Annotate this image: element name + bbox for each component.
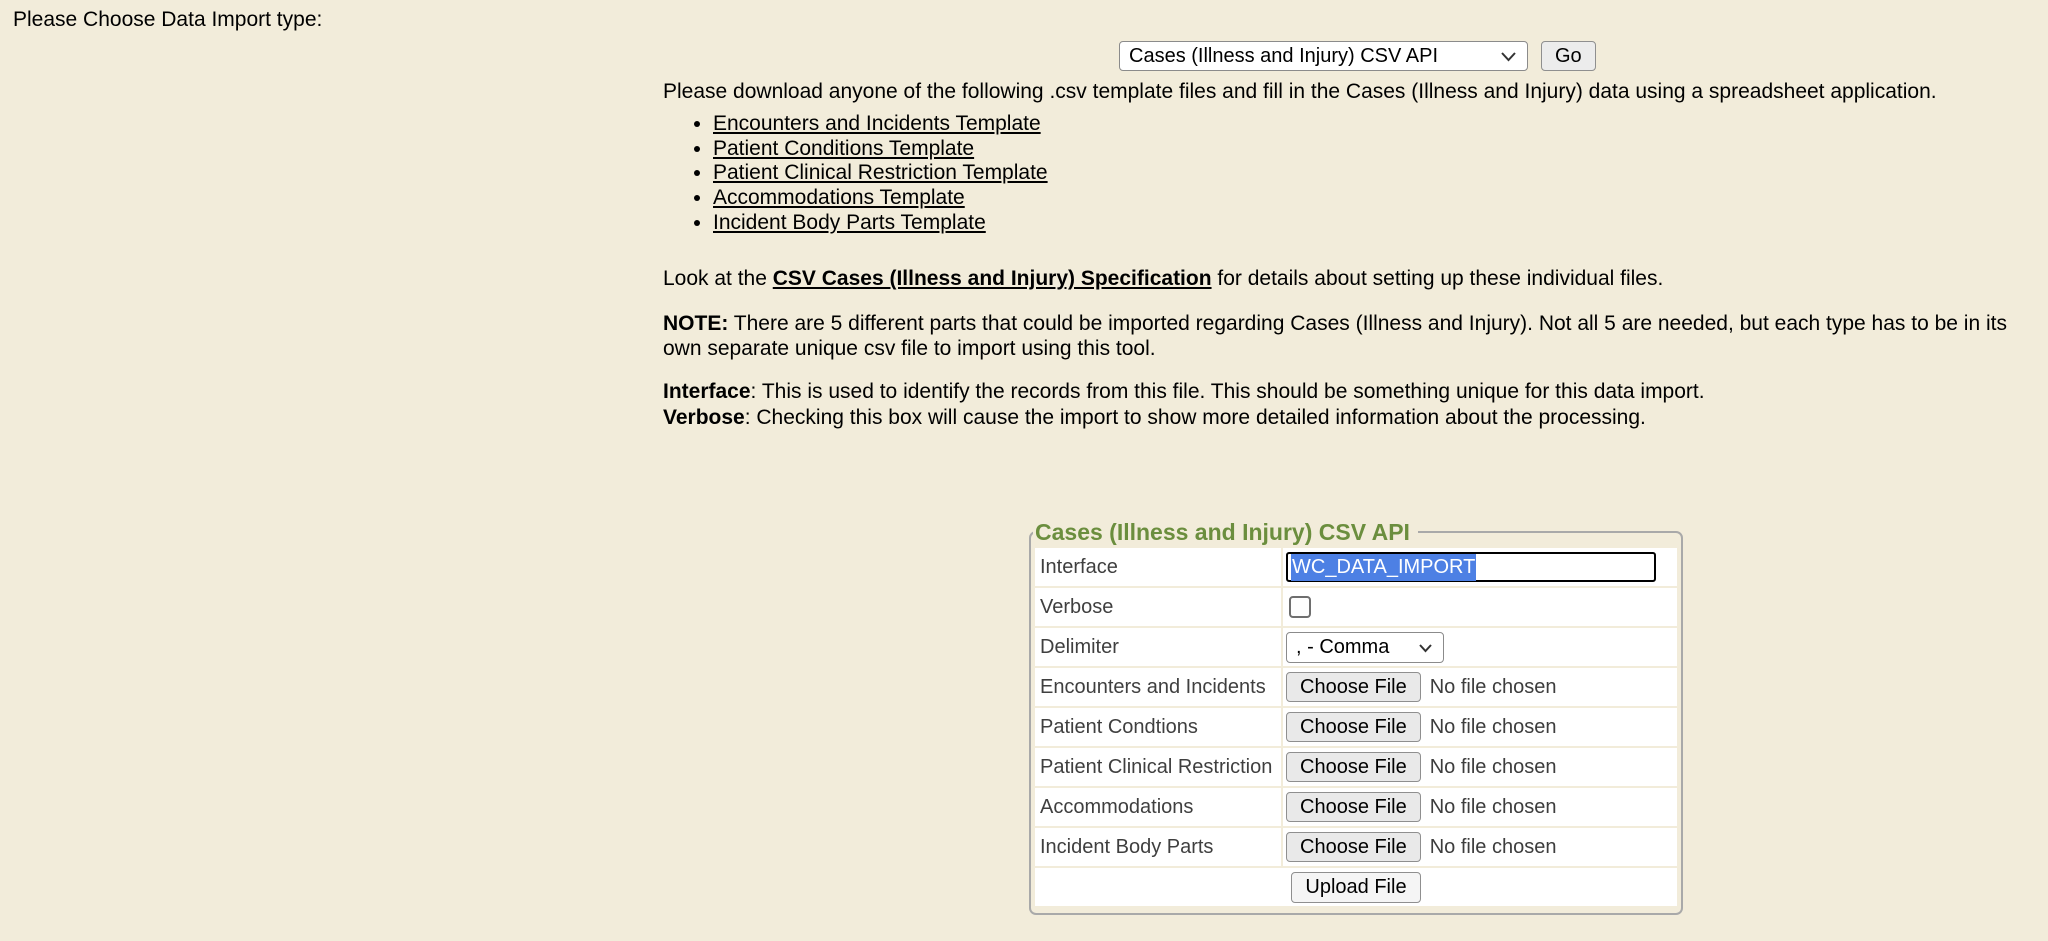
page: Please Choose Data Import type: Cases (I… bbox=[0, 0, 2048, 941]
spec-prefix: Look at the bbox=[663, 267, 773, 290]
delimiter-select[interactable]: , - Comma bbox=[1286, 632, 1444, 663]
table-row-incident-body-parts: Incident Body Parts Choose File No file … bbox=[1035, 828, 1677, 866]
delimiter-row-label: Delimiter bbox=[1035, 628, 1281, 666]
table-row-delimiter: Delimiter , - Comma bbox=[1035, 628, 1677, 666]
upload-file-button[interactable]: Upload File bbox=[1291, 872, 1420, 903]
go-button[interactable]: Go bbox=[1541, 41, 1596, 71]
table-row-encounters-and-incidents: Encounters and Incidents Choose File No … bbox=[1035, 668, 1677, 706]
import-type-select[interactable]: Cases (Illness and Injury) CSV API bbox=[1119, 41, 1528, 71]
import-type-selected-value: Cases (Illness and Injury) CSV API bbox=[1129, 45, 1438, 68]
interface-help-text: : This is used to identify the records f… bbox=[751, 380, 1705, 403]
choose-file-button-patient-clinical-restriction[interactable]: Choose File bbox=[1286, 752, 1421, 782]
intro-text: Please download anyone of the following … bbox=[663, 80, 2048, 104]
template-link-patient-conditions[interactable]: Patient Conditions Template bbox=[713, 137, 974, 160]
encounters-file-label: Encounters and Incidents bbox=[1035, 668, 1281, 706]
table-row-verbose: Verbose bbox=[1035, 588, 1677, 626]
note-label: NOTE: bbox=[663, 312, 728, 335]
form-table: Interface WC_DATA_IMPORT Verbose Delimit… bbox=[1033, 546, 1679, 908]
field-help-paragraph: Interface: This is used to identify the … bbox=[663, 379, 2048, 430]
verbose-row-label: Verbose bbox=[1035, 588, 1281, 626]
table-row-patient-clinical-restriction: Patient Clinical Restriction Choose File… bbox=[1035, 748, 1677, 786]
patient-conditions-file-label: Patient Condtions bbox=[1035, 708, 1281, 746]
chevron-down-icon bbox=[1418, 636, 1433, 659]
verbose-help-text: : Checking this box will cause the impor… bbox=[745, 406, 1646, 429]
no-file-chosen-text: No file chosen bbox=[1430, 756, 1557, 779]
no-file-chosen-text: No file chosen bbox=[1430, 796, 1557, 819]
list-item: Encounters and Incidents Template bbox=[713, 112, 1048, 137]
template-link-accommodations[interactable]: Accommodations Template bbox=[713, 186, 965, 209]
form-legend: Cases (Illness and Injury) CSV API bbox=[1033, 519, 1418, 545]
table-row-patient-conditions: Patient Condtions Choose File No file ch… bbox=[1035, 708, 1677, 746]
spec-sentence: Look at the CSV Cases (Illness and Injur… bbox=[663, 267, 2048, 291]
template-link-patient-clinical-restriction[interactable]: Patient Clinical Restriction Template bbox=[713, 161, 1048, 184]
list-item: Patient Conditions Template bbox=[713, 137, 1048, 162]
delimiter-selected-value: , - Comma bbox=[1296, 636, 1389, 659]
template-link-list: Encounters and Incidents Template Patien… bbox=[663, 112, 1048, 236]
interface-input[interactable]: WC_DATA_IMPORT bbox=[1286, 552, 1656, 582]
interface-help-line: Interface: This is used to identify the … bbox=[663, 379, 2048, 405]
upload-row: Upload File bbox=[1035, 868, 1677, 906]
note-text: There are 5 different parts that could b… bbox=[663, 312, 2007, 360]
page-title: Please Choose Data Import type: bbox=[13, 8, 322, 32]
patient-clinical-restriction-file-label: Patient Clinical Restriction bbox=[1035, 748, 1281, 786]
no-file-chosen-text: No file chosen bbox=[1430, 716, 1557, 739]
list-item: Incident Body Parts Template bbox=[713, 211, 1048, 236]
spec-suffix: for details about setting up these indiv… bbox=[1212, 267, 1664, 290]
choose-file-button-patient-conditions[interactable]: Choose File bbox=[1286, 712, 1421, 742]
template-link-incident-body-parts[interactable]: Incident Body Parts Template bbox=[713, 211, 986, 234]
note-paragraph: NOTE: There are 5 different parts that c… bbox=[663, 311, 2048, 361]
import-type-controls: Cases (Illness and Injury) CSV API Go bbox=[1119, 41, 1596, 71]
accommodations-file-label: Accommodations bbox=[1035, 788, 1281, 826]
import-form-fieldset: Cases (Illness and Injury) CSV API Inter… bbox=[1029, 519, 1683, 915]
interface-help-label: Interface bbox=[663, 380, 751, 403]
choose-file-button-accommodations[interactable]: Choose File bbox=[1286, 792, 1421, 822]
table-row-interface: Interface WC_DATA_IMPORT bbox=[1035, 548, 1677, 586]
spec-link[interactable]: CSV Cases (Illness and Injury) Specifica… bbox=[773, 267, 1212, 290]
no-file-chosen-text: No file chosen bbox=[1430, 676, 1557, 699]
no-file-chosen-text: No file chosen bbox=[1430, 836, 1557, 859]
table-row-accommodations: Accommodations Choose File No file chose… bbox=[1035, 788, 1677, 826]
template-link-encounters-and-incidents[interactable]: Encounters and Incidents Template bbox=[713, 112, 1041, 135]
verbose-checkbox[interactable] bbox=[1289, 596, 1311, 618]
chevron-down-icon bbox=[1500, 45, 1517, 68]
verbose-help-label: Verbose bbox=[663, 406, 745, 429]
list-item: Patient Clinical Restriction Template bbox=[713, 161, 1048, 186]
list-item: Accommodations Template bbox=[713, 186, 1048, 211]
interface-row-label: Interface bbox=[1035, 548, 1281, 586]
interface-input-selected-text: WC_DATA_IMPORT bbox=[1291, 554, 1476, 581]
verbose-help-line: Verbose: Checking this box will cause th… bbox=[663, 405, 2048, 431]
incident-body-parts-file-label: Incident Body Parts bbox=[1035, 828, 1281, 866]
choose-file-button-incident-body-parts[interactable]: Choose File bbox=[1286, 832, 1421, 862]
choose-file-button-encounters-and-incidents[interactable]: Choose File bbox=[1286, 672, 1421, 702]
